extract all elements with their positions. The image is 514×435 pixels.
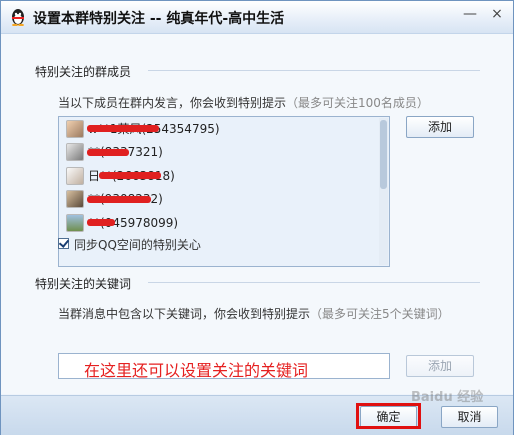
keywords-hint-limit: （最多可关注5个关键词）: [310, 307, 450, 321]
keywords-section-divider: [148, 282, 480, 283]
members-hint-text: 当以下成员在群内发言，你会收到特别提示: [58, 96, 287, 110]
keywords-hint: 当群消息中包含以下关键词，你会收到特别提示（最多可关注5个关键词）: [58, 305, 450, 322]
scroll-thumb[interactable]: [380, 120, 387, 189]
members-hint-limit: （最多可关注100名成员）: [286, 96, 429, 110]
list-item[interactable]: 日**(2663818): [59, 164, 389, 188]
window-title: 设置本群特别关注 -- 纯真年代-高中生活: [33, 11, 285, 27]
avatar: [66, 166, 84, 185]
redaction-mark: [87, 148, 129, 156]
cancel-button[interactable]: 取消: [441, 406, 498, 428]
keywords-section-label: 特别关注的关键词: [35, 277, 132, 291]
sync-qzone-checkbox[interactable]: [58, 238, 69, 249]
sync-qzone-label[interactable]: 同步QQ空间的特别关心: [74, 236, 201, 253]
redaction-mark: [87, 195, 151, 203]
keyword-input[interactable]: 在这里还可以设置关注的关键词: [58, 353, 390, 380]
list-item[interactable]: **(045978099): [59, 211, 389, 235]
avatar: [66, 190, 84, 209]
list-item[interactable]: **(9308232): [59, 188, 389, 212]
keyword-input-value: 在这里还可以设置关注的关键词: [84, 361, 309, 380]
keywords-hint-text: 当群消息中包含以下关键词，你会收到特别提示: [58, 307, 311, 321]
avatar: [66, 143, 84, 162]
watermark: Baidu 经验: [411, 390, 484, 405]
dialog-window: 设置本群特别关注 -- 纯真年代-高中生活 — × 特别关注的群成员 当以下成员…: [0, 0, 514, 435]
qq-penguin-icon: [12, 9, 24, 26]
redaction-mark: [87, 125, 159, 132]
add-member-button[interactable]: 添加: [406, 116, 474, 138]
members-section-label: 特别关注的群成员: [35, 65, 132, 79]
list-item[interactable]: w**1莱风(254354795): [59, 117, 389, 141]
minimize-button[interactable]: —: [460, 5, 480, 23]
redaction-mark: [99, 172, 161, 179]
list-item[interactable]: **(8337321): [59, 141, 389, 165]
members-hint: 当以下成员在群内发言，你会收到特别提示（最多可关注100名成员）: [58, 94, 429, 111]
redaction-mark: [87, 219, 115, 226]
members-section-divider: [148, 70, 480, 71]
ok-button-highlight: [356, 403, 421, 429]
avatar: [66, 119, 84, 138]
member-list-scrollbar[interactable]: [379, 118, 388, 265]
add-keyword-button[interactable]: 添加: [406, 355, 474, 377]
close-button[interactable]: ×: [487, 5, 507, 23]
title-bar[interactable]: 设置本群特别关注 -- 纯真年代-高中生活 — ×: [1, 1, 513, 34]
avatar: [66, 213, 84, 232]
